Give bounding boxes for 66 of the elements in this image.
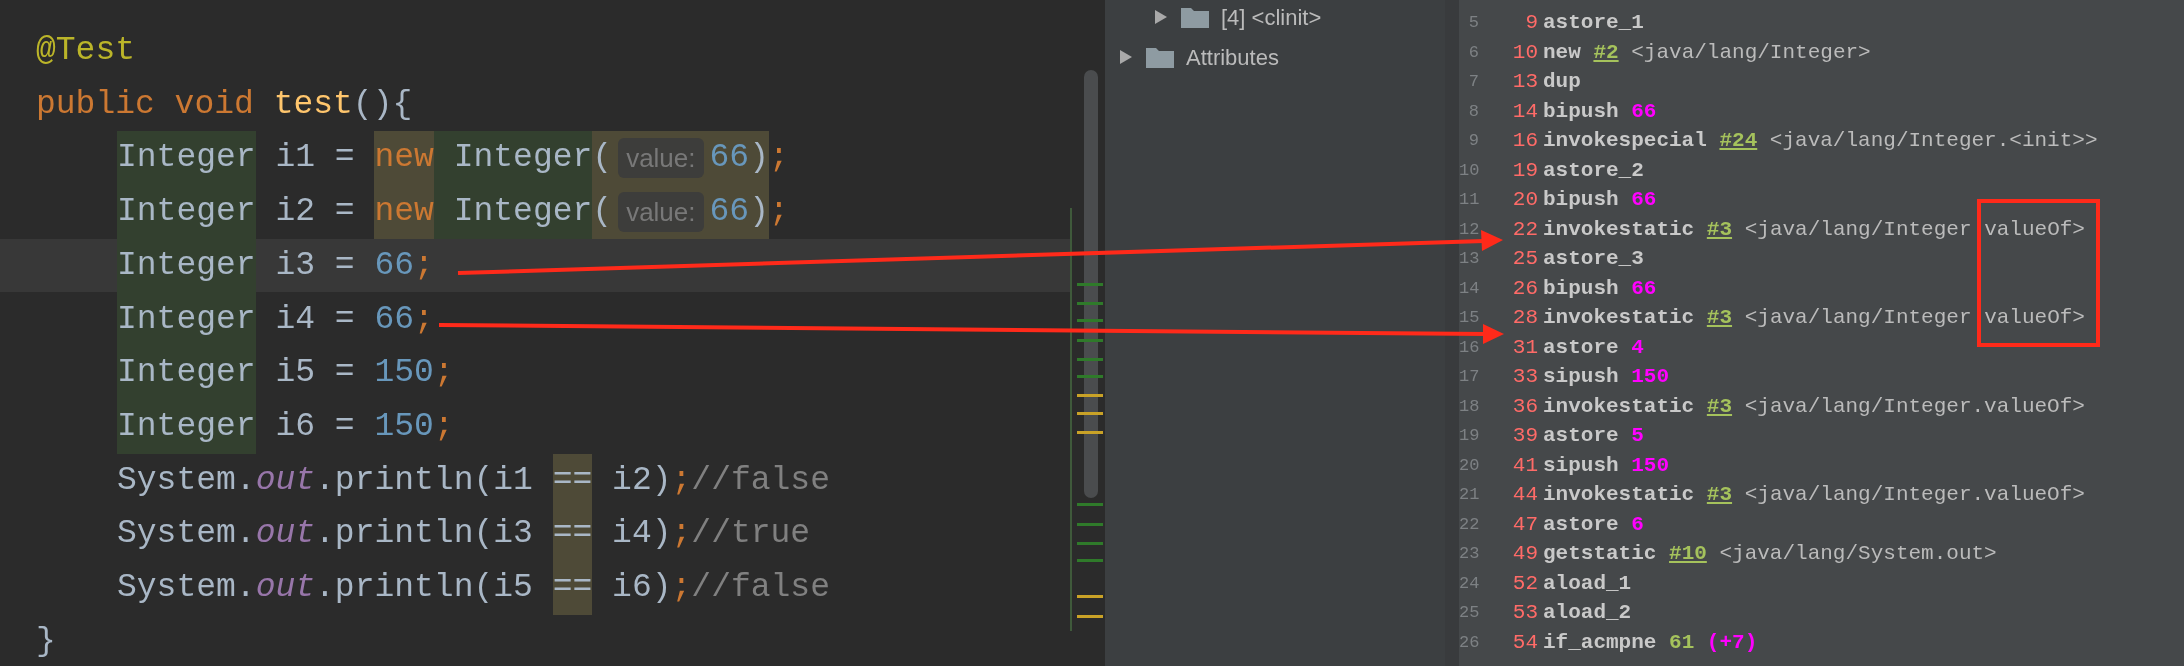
- line-number: 18: [1459, 395, 1479, 418]
- line-number: 6: [1467, 41, 1479, 64]
- instruction: 26 bipush 66: [1511, 275, 1657, 302]
- instruction: 19 astore_2: [1511, 157, 1644, 184]
- change-marker[interactable]: [1077, 503, 1103, 506]
- instruction: 22 invokestatic #3 <java/lang/Integer valueOf>: [1511, 216, 2085, 243]
- instruction: 44 invokestatic #3 <java/lang/Integer.valueOf>: [1511, 482, 2085, 508]
- change-marker[interactable]: [1077, 358, 1103, 361]
- line-number: 26: [1459, 631, 1479, 654]
- change-marker[interactable]: [1077, 375, 1103, 378]
- change-marker[interactable]: [1077, 319, 1103, 322]
- change-marker[interactable]: [1077, 559, 1103, 562]
- line-number: 10: [1459, 159, 1479, 182]
- instruction: 9 astore_1: [1524, 10, 1644, 36]
- change-marker[interactable]: [1077, 339, 1103, 342]
- line-number: 15: [1459, 307, 1479, 329]
- instruction: 47 astore 6: [1511, 511, 1644, 538]
- line-number: 7: [1467, 71, 1479, 93]
- instruction: 39 astore 5: [1511, 423, 1644, 449]
- line-number: 25: [1459, 602, 1479, 624]
- line-number: 12: [1459, 218, 1479, 241]
- line-number: 13: [1459, 248, 1479, 270]
- instruction: 36 invokestatic #3 <java/lang/Integer.valueOf>: [1511, 393, 2085, 420]
- line-number: 14: [1459, 277, 1479, 300]
- instruction: 53 aload_2: [1511, 600, 1632, 626]
- change-marker[interactable]: [1077, 595, 1103, 598]
- instruction: 16 invokespecial #24 <java/lang/Integer.<init>>: [1511, 128, 2098, 154]
- instruction: 33 sipush 150: [1511, 364, 1670, 390]
- expand-arrow-icon[interactable]: [1153, 9, 1169, 25]
- scrollbar-thumb[interactable]: [1084, 70, 1098, 498]
- change-marker[interactable]: [1077, 394, 1103, 397]
- instruction: 54 if_acmpne 61 (+7): [1511, 629, 1758, 656]
- line-number: 11: [1459, 189, 1479, 211]
- line-number: 16: [1459, 336, 1479, 359]
- change-marker[interactable]: [1077, 431, 1103, 434]
- line-number: 19: [1459, 425, 1479, 447]
- change-marker[interactable]: [1077, 283, 1103, 286]
- instruction: 52 aload_1: [1511, 570, 1632, 597]
- line-number: 23: [1459, 543, 1479, 565]
- folder-icon: [1181, 6, 1209, 28]
- line-number: 8: [1467, 100, 1479, 123]
- line-number: 9: [1467, 130, 1479, 152]
- folder-icon: [1146, 46, 1174, 68]
- instruction: 41 sipush 150: [1511, 452, 1670, 479]
- tree-item[interactable]: Attributes: [1186, 40, 1279, 74]
- instruction: 25 astore_3: [1511, 246, 1644, 272]
- line-number: 20: [1459, 454, 1479, 477]
- expand-arrow-icon[interactable]: [1118, 49, 1134, 65]
- change-marker[interactable]: [1077, 302, 1103, 305]
- instruction: 20 bipush 66: [1511, 187, 1657, 213]
- change-marker[interactable]: [1077, 542, 1103, 545]
- line-number: 5: [1467, 12, 1479, 34]
- line-number: 17: [1459, 366, 1479, 388]
- instruction: 13 dup: [1511, 69, 1581, 95]
- tree-item[interactable]: [4] <clinit>: [1221, 0, 1322, 34]
- line-number: 24: [1459, 572, 1479, 595]
- change-marker[interactable]: [1077, 523, 1103, 526]
- instruction: 10 new #2 <java/lang/Integer>: [1511, 39, 1871, 66]
- instruction: 28 invokestatic #3 <java/lang/Integer valueOf>: [1511, 305, 2085, 331]
- instruction: 31 astore 4: [1511, 334, 1644, 361]
- change-marker[interactable]: [1077, 615, 1103, 618]
- line-number: 21: [1459, 484, 1479, 506]
- instruction: 49 getstatic #10 <java/lang/System.out>: [1511, 541, 1997, 567]
- change-marker[interactable]: [1077, 412, 1103, 415]
- instruction: 14 bipush 66: [1511, 98, 1657, 125]
- line-number: 22: [1459, 513, 1479, 536]
